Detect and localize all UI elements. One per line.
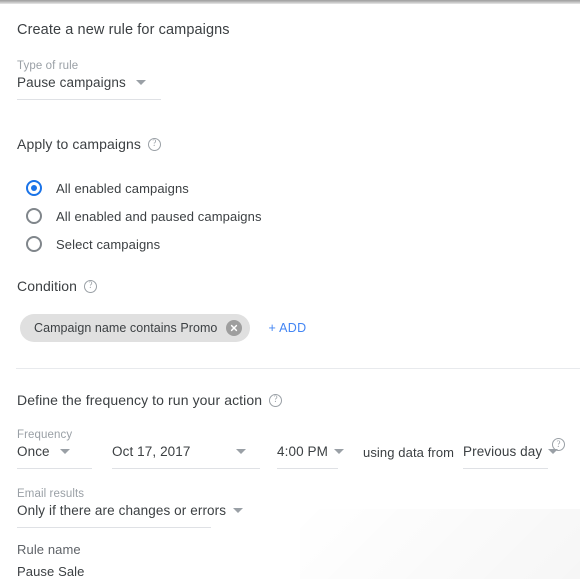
type-of-rule-field[interactable]: Type of rule Pause campaigns (17, 60, 161, 100)
help-icon[interactable]: ? (147, 137, 161, 151)
field-underline (277, 468, 338, 469)
using-data-from-label: using data from (363, 445, 455, 460)
frequency-heading: Define the frequency to run your action … (17, 392, 283, 408)
section-divider (16, 368, 580, 369)
create-rule-panel: Create a new rule for campaigns Type of … (0, 4, 580, 579)
email-results-label: Email results (17, 488, 85, 500)
help-icon[interactable]: ? (552, 438, 565, 451)
date-value: Oct 17, 2017 (112, 444, 191, 459)
condition-chip-label: Campaign name contains Promo (34, 321, 218, 335)
chevron-down-icon[interactable] (333, 449, 344, 454)
email-results-field[interactable]: Email results Only if there are changes … (17, 488, 244, 528)
radio-option-all-enabled-and-paused[interactable]: All enabled and paused campaigns (26, 202, 262, 230)
frequency-value: Once (17, 444, 50, 459)
apply-to-campaigns-radio-group[interactable]: All enabled campaigns All enabled and pa… (26, 174, 262, 258)
frequency-label: Frequency (17, 429, 73, 441)
radio-label: Select campaigns (56, 236, 161, 252)
radio-icon[interactable] (26, 180, 42, 196)
apply-to-campaigns-heading: Apply to campaigns ? (17, 136, 161, 152)
radio-icon[interactable] (26, 236, 42, 252)
type-of-rule-label: Type of rule (17, 60, 79, 72)
frequency-field[interactable]: Frequency Once (17, 429, 92, 469)
data-range-value: Previous day (463, 444, 543, 459)
rule-name-label: Rule name (17, 542, 81, 557)
chevron-down-icon[interactable] (135, 80, 146, 85)
field-underline (112, 468, 260, 469)
add-condition-link[interactable]: + ADD (268, 321, 306, 335)
field-underline (17, 527, 211, 528)
condition-chip-row: Campaign name contains Promo + ADD (20, 314, 306, 342)
email-results-value: Only if there are changes or errors (17, 503, 227, 518)
time-field[interactable]: 4:00 PM (277, 444, 344, 469)
data-range-help: ? (552, 438, 565, 451)
field-underline (17, 468, 92, 469)
panel-bottom-shadow (300, 509, 580, 579)
chevron-down-icon[interactable] (233, 508, 244, 513)
radio-option-all-enabled[interactable]: All enabled campaigns (26, 174, 262, 202)
condition-heading-text: Condition (17, 278, 78, 294)
type-of-rule-value: Pause campaigns (17, 75, 126, 90)
radio-label: All enabled campaigns (56, 180, 189, 196)
chevron-down-icon[interactable] (236, 449, 246, 454)
page-title: Create a new rule for campaigns (17, 22, 230, 38)
rule-name-value[interactable]: Pause Sale (17, 564, 85, 579)
data-range-field[interactable]: Previous day (463, 444, 559, 469)
chevron-down-icon[interactable] (59, 449, 70, 454)
condition-chip[interactable]: Campaign name contains Promo (20, 314, 251, 342)
apply-to-campaigns-heading-text: Apply to campaigns (17, 136, 141, 152)
time-value: 4:00 PM (277, 444, 328, 459)
radio-icon[interactable] (26, 208, 42, 224)
radio-option-select-campaigns[interactable]: Select campaigns (26, 230, 262, 258)
date-field[interactable]: Oct 17, 2017 (112, 444, 260, 469)
field-underline (17, 99, 161, 100)
close-icon[interactable] (226, 320, 243, 336)
condition-heading: Condition ? (17, 278, 98, 294)
field-underline (463, 468, 548, 469)
help-icon[interactable]: ? (84, 279, 98, 293)
frequency-heading-text: Define the frequency to run your action (17, 392, 263, 408)
radio-label: All enabled and paused campaigns (56, 208, 262, 224)
help-icon[interactable]: ? (269, 393, 283, 407)
